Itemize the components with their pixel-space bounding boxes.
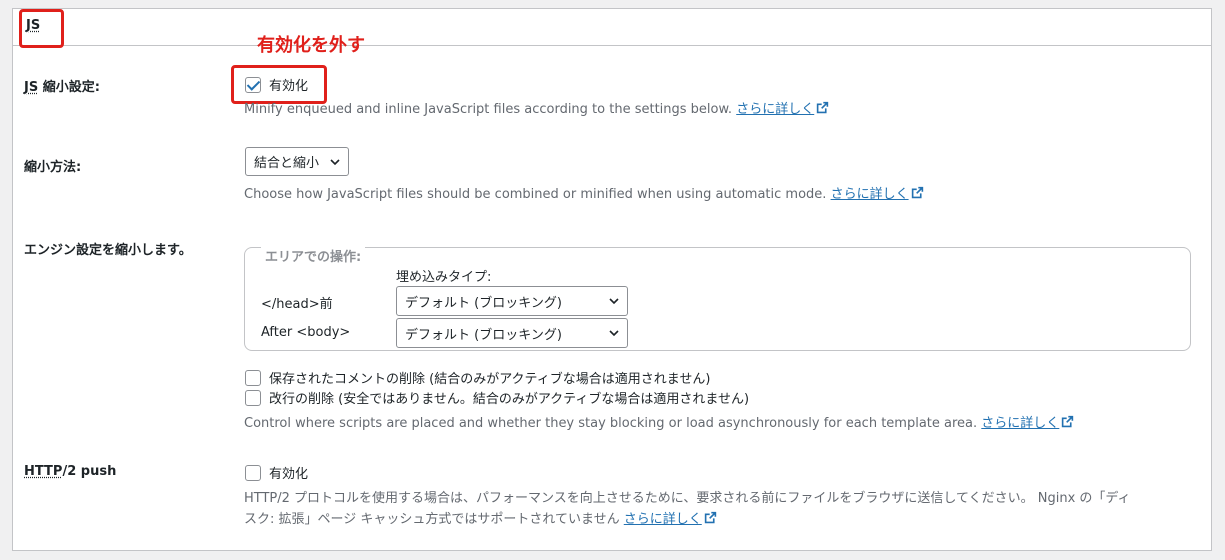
method-label: 縮小方法: xyxy=(24,160,82,175)
head-embed-select[interactable]: デフォルト (ブロッキング) xyxy=(396,286,628,316)
annotation-note: 有効化を外す xyxy=(257,35,365,56)
chevron-down-icon xyxy=(609,330,619,337)
remove-linebreaks-checkbox[interactable]: 改行の削除 (安全ではありません。結合のみがアクティブな場合は適用されません) xyxy=(245,388,749,407)
external-link-icon xyxy=(817,101,829,114)
http2-description-line2: スク: 拡張」ページ キャッシュ方式ではサポートされていません さらに詳しく xyxy=(244,508,717,527)
area-legend: エリアでの操作: xyxy=(261,246,366,265)
minify-learn-more-link[interactable]: さらに詳しく xyxy=(736,102,814,117)
chevron-down-icon xyxy=(609,298,619,305)
remove-comments-label: 保存されたコメントの削除 (結合のみがアクティブな場合は適用されません) xyxy=(269,372,711,387)
method-select-value: 結合と縮小 xyxy=(254,156,320,171)
remove-comments-checkbox[interactable]: 保存されたコメントの削除 (結合のみがアクティブな場合は適用されません) xyxy=(245,368,710,387)
body-embed-value: デフォルト (ブロッキング) xyxy=(405,327,562,343)
checkbox-icon[interactable] xyxy=(245,389,261,406)
http2-enable-checkbox[interactable]: 有効化 xyxy=(245,463,308,482)
method-learn-more-link[interactable]: さらに詳しく xyxy=(831,187,909,202)
minify-label: JS 縮小設定: xyxy=(24,80,100,95)
panel-header xyxy=(13,9,1211,46)
http2-learn-more-link[interactable]: さらに詳しく xyxy=(624,512,702,527)
chevron-down-icon xyxy=(330,158,340,165)
http2-description-line1: HTTP/2 プロトコルを使用する場合は、パフォーマンスを向上させるために、要求… xyxy=(244,491,1131,506)
checkbox-icon[interactable] xyxy=(245,369,261,386)
external-link-icon xyxy=(704,511,716,524)
method-select[interactable]: 結合と縮小 xyxy=(245,147,349,176)
engine-label: エンジン設定を縮小します。 xyxy=(24,243,192,258)
checkbox-icon[interactable] xyxy=(245,464,261,481)
external-link-icon xyxy=(1062,415,1074,428)
minify-description: Minify enqueued and inline JavaScript fi… xyxy=(244,98,829,117)
embed-type-header: 埋め込みタイプ: xyxy=(396,270,492,285)
method-description: Choose how JavaScript files should be co… xyxy=(244,183,924,202)
external-link-icon xyxy=(911,186,923,199)
head-row-label: </head>前 xyxy=(261,297,333,312)
area-fieldset xyxy=(244,247,1191,351)
highlight-box-title xyxy=(19,9,64,48)
engine-learn-more-link[interactable]: さらに詳しく xyxy=(981,416,1059,431)
head-embed-value: デフォルト (ブロッキング) xyxy=(405,295,562,311)
http2-enable-label: 有効化 xyxy=(269,467,309,482)
body-row-label: After <body> xyxy=(261,325,351,340)
engine-description: Control where scripts are placed and whe… xyxy=(244,412,1074,431)
http2-label: HTTP/2 push xyxy=(24,464,117,479)
remove-linebreaks-label: 改行の削除 (安全ではありません。結合のみがアクティブな場合は適用されません) xyxy=(269,392,750,407)
body-embed-select[interactable]: デフォルト (ブロッキング) xyxy=(396,318,628,348)
